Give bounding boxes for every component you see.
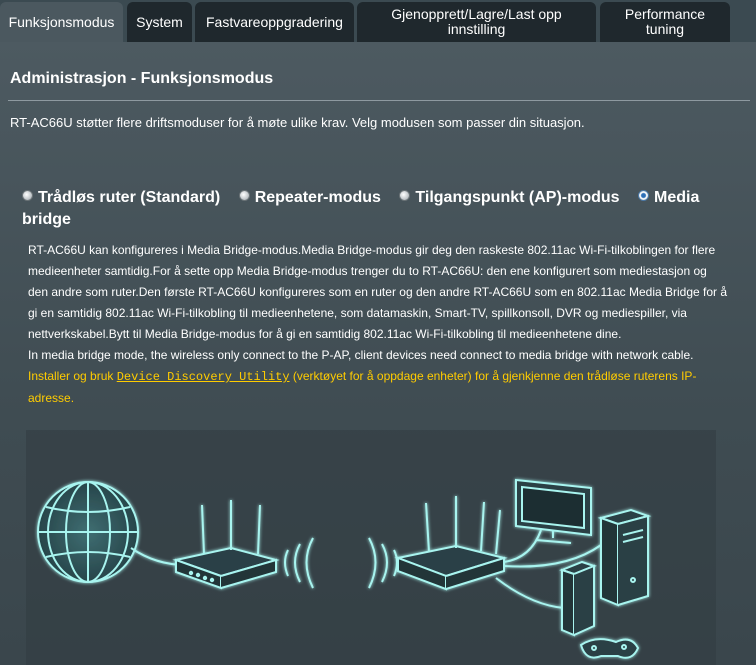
page-title: Administrasjon - Funksjonsmodus — [10, 70, 274, 87]
description-english: In media bridge mode, the wireless only … — [28, 348, 694, 362]
tab-restore-save-upload[interactable]: Gjenopprett/Lagre/Last opp innstilling — [357, 2, 596, 42]
tab-bar: Funksjonsmodus System Fastvareoppgraderi… — [0, 0, 756, 42]
mode-wireless-router[interactable]: Trådløs ruter (Standard) — [22, 189, 220, 206]
radio-button[interactable] — [22, 190, 33, 201]
internet-globe-icon — [37, 481, 139, 583]
tab-label: Gjenopprett/Lagre/Last opp innstilling — [391, 6, 562, 37]
device-discovery-utility-link[interactable]: Device Discovery Utility — [117, 370, 290, 384]
tab-label: Funksjonsmodus — [8, 13, 115, 30]
tab-performance-tuning[interactable]: Performance tuning — [600, 2, 730, 42]
main-panel: Administrasjon - Funksjonsmodus RT-AC66U… — [0, 42, 756, 665]
mode-label: Trådløs ruter (Standard) — [38, 189, 221, 206]
operation-mode-radio-group: Trådløs ruter (Standard) Repeater-modus … — [22, 187, 732, 231]
tab-firmware-upgrade[interactable]: Fastvareoppgradering — [195, 2, 354, 42]
media-bridge-illustration — [26, 430, 716, 665]
mode-description: RT-AC66U kan konfigureres i Media Bridge… — [28, 240, 728, 409]
radio-button[interactable] — [238, 190, 250, 201]
tab-system[interactable]: System — [127, 2, 192, 42]
tab-funksjonsmodus[interactable]: Funksjonsmodus — [0, 2, 123, 42]
game-controller-icon — [579, 638, 640, 659]
link-prefix: Installer og bruk — [28, 369, 117, 383]
radio-button[interactable] — [399, 190, 411, 201]
mode-repeater[interactable]: Repeater-modus — [238, 189, 381, 206]
game-console-icon — [559, 560, 597, 637]
radio-button-checked[interactable] — [638, 190, 649, 201]
desktop-pc-icon — [597, 508, 652, 607]
mode-access-point[interactable]: Tilgangspunkt (AP)-modus — [399, 189, 620, 206]
tab-label: System — [136, 13, 183, 30]
tab-label: Fastvareoppgradering — [206, 13, 343, 30]
title-divider — [8, 100, 750, 101]
tab-label: Performance tuning — [624, 6, 706, 37]
description-main: RT-AC66U kan konfigureres i Media Bridge… — [28, 243, 728, 341]
page-subtitle: RT-AC66U støtter flere driftsmoduser for… — [10, 115, 585, 130]
mode-label: Tilgangspunkt (AP)-modus — [415, 189, 620, 206]
device-discovery-note: Installer og bruk Device Discovery Utili… — [28, 366, 728, 409]
mode-label: Repeater-modus — [254, 189, 381, 206]
